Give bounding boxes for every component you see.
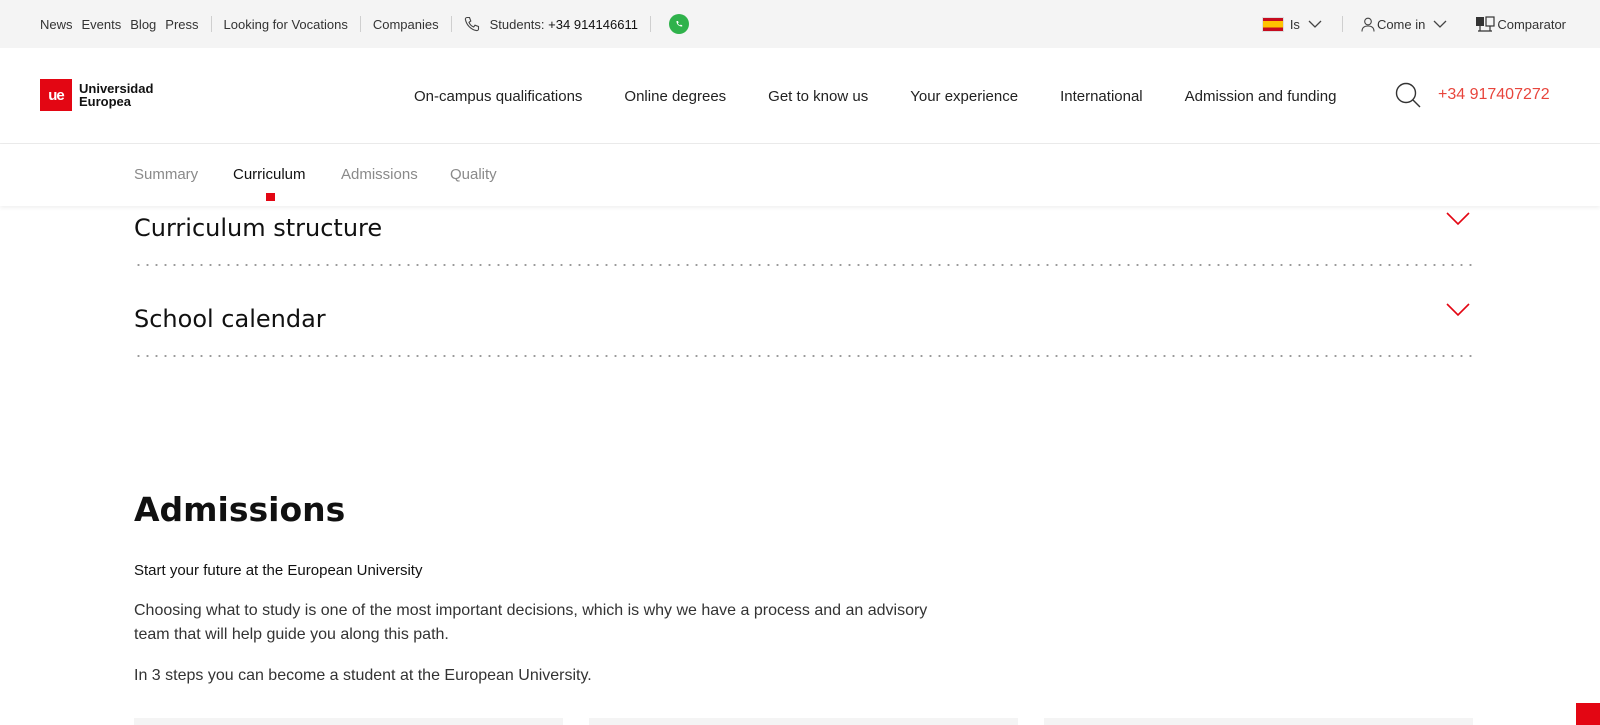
dotted-divider bbox=[134, 264, 1472, 266]
divider bbox=[210, 16, 212, 32]
header-phone[interactable]: +34 917407272 bbox=[1438, 86, 1550, 104]
chevron-down-icon[interactable] bbox=[1308, 20, 1322, 29]
tab-quality[interactable]: Quality bbox=[450, 166, 497, 183]
vocations-link[interactable]: Looking for Vocations bbox=[224, 17, 348, 32]
dotted-divider bbox=[134, 355, 1472, 357]
divider bbox=[450, 16, 452, 32]
accordion-curriculum-structure[interactable]: Curriculum structure bbox=[134, 206, 1472, 266]
divider bbox=[649, 16, 651, 32]
divider bbox=[359, 16, 361, 32]
divider bbox=[1341, 16, 1343, 32]
user-icon bbox=[1361, 17, 1375, 32]
accordion-title: School calendar bbox=[134, 305, 326, 333]
whatsapp-icon[interactable] bbox=[668, 14, 689, 34]
admissions-steps-text: In 3 steps you can become a student at t… bbox=[134, 667, 592, 684]
top-right-tools: Is Come in Comparator bbox=[1261, 0, 1566, 48]
admissions-paragraph: Choosing what to study is one of the mos… bbox=[134, 602, 928, 643]
chevron-down-icon[interactable] bbox=[1446, 212, 1470, 226]
logo[interactable]: ue Universidad Europea bbox=[40, 79, 153, 111]
step-card[interactable] bbox=[134, 718, 563, 725]
students-label: Students: bbox=[489, 16, 545, 32]
section-tabs: Summary Curriculum Admissions Quality bbox=[0, 144, 1600, 206]
news-link[interactable]: News bbox=[40, 17, 73, 32]
logo-line-2: Europea bbox=[79, 94, 132, 109]
nav-online-degrees[interactable]: Online degrees bbox=[624, 88, 726, 105]
students-number[interactable]: +34 914146611 bbox=[548, 17, 638, 32]
nav-international[interactable]: International bbox=[1060, 88, 1143, 105]
comparator-icon bbox=[1476, 16, 1495, 32]
tab-summary[interactable]: Summary bbox=[134, 166, 198, 183]
comparator-link[interactable]: Comparator bbox=[1497, 17, 1566, 32]
nav-get-to-know-us[interactable]: Get to know us bbox=[768, 88, 868, 105]
login-button[interactable]: Come in bbox=[1377, 17, 1425, 32]
chat-widget-button[interactable] bbox=[1576, 703, 1600, 725]
students-phone[interactable]: Students: +34 914146611 bbox=[490, 17, 638, 32]
press-link[interactable]: Press bbox=[165, 17, 198, 32]
step-card[interactable] bbox=[589, 718, 1018, 725]
logo-text: Universidad Europea bbox=[79, 82, 153, 108]
active-tab-indicator bbox=[266, 193, 275, 201]
blog-link[interactable]: Blog bbox=[130, 17, 156, 32]
step-card[interactable] bbox=[1044, 718, 1473, 725]
logo-mark: ue bbox=[40, 79, 72, 111]
accordion-school-calendar[interactable]: School calendar bbox=[134, 297, 1472, 357]
top-utility-bar: News Events Blog Press Looking for Vocat… bbox=[0, 0, 1600, 48]
main-header: ue Universidad Europea On-campus qualifi… bbox=[0, 48, 1600, 144]
admissions-heading: Admissions bbox=[134, 490, 346, 529]
search-icon[interactable] bbox=[1394, 81, 1422, 109]
chevron-down-icon[interactable] bbox=[1433, 20, 1447, 29]
nav-admission-funding[interactable]: Admission and funding bbox=[1185, 88, 1337, 105]
phone-icon bbox=[464, 16, 479, 32]
chevron-down-icon[interactable] bbox=[1446, 303, 1470, 317]
admissions-subtitle: Start your future at the European Univer… bbox=[134, 562, 423, 579]
companies-link[interactable]: Companies bbox=[373, 17, 439, 32]
nav-your-experience[interactable]: Your experience bbox=[910, 88, 1018, 105]
accordion-title: Curriculum structure bbox=[134, 214, 383, 242]
steps-cards bbox=[134, 718, 1473, 725]
nav-on-campus[interactable]: On-campus qualifications bbox=[414, 88, 582, 105]
language-selector[interactable]: Is bbox=[1290, 17, 1300, 32]
tab-curriculum[interactable]: Curriculum bbox=[233, 166, 306, 183]
spain-flag-icon bbox=[1261, 16, 1284, 32]
main-nav: On-campus qualifications Online degrees … bbox=[414, 48, 1378, 144]
top-links: News Events Blog Press Looking for Vocat… bbox=[40, 0, 689, 48]
tab-admissions[interactable]: Admissions bbox=[341, 166, 418, 183]
events-link[interactable]: Events bbox=[82, 17, 122, 32]
